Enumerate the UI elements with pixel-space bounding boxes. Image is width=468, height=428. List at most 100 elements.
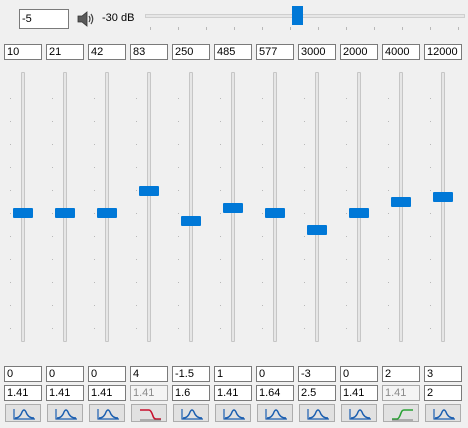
grid-tick bbox=[10, 167, 11, 168]
grid-tick bbox=[136, 213, 137, 214]
grid-tick bbox=[262, 190, 263, 191]
band-q-input[interactable]: 1.41 bbox=[340, 385, 378, 401]
band-frequency-input[interactable]: 12000 bbox=[424, 44, 462, 60]
band-frequency-input[interactable]: 4000 bbox=[382, 44, 420, 60]
band-frequency-input[interactable]: 83 bbox=[130, 44, 168, 60]
grid-tick bbox=[430, 259, 431, 260]
band-frequency-input[interactable]: 10 bbox=[4, 44, 42, 60]
grid-tick bbox=[262, 121, 263, 122]
band-slider-track[interactable] bbox=[105, 72, 109, 342]
grid-tick bbox=[220, 259, 221, 260]
grid-tick bbox=[220, 328, 221, 329]
band-gain-input[interactable]: 0 bbox=[46, 366, 84, 382]
band-slider-thumb[interactable] bbox=[13, 208, 33, 218]
band-gain-input[interactable]: 0 bbox=[88, 366, 126, 382]
grid-tick bbox=[346, 328, 347, 329]
band-slider-track[interactable] bbox=[147, 72, 151, 342]
band-gain-input[interactable]: -3 bbox=[298, 366, 336, 382]
band-frequency-input[interactable]: 577 bbox=[256, 44, 294, 60]
grid-tick bbox=[262, 98, 263, 99]
band-slider-track[interactable] bbox=[441, 72, 445, 342]
grid-tick bbox=[304, 305, 305, 306]
band-filter-type-button[interactable] bbox=[425, 404, 461, 422]
band-slider-track[interactable] bbox=[21, 72, 25, 342]
grid-tick bbox=[10, 282, 11, 283]
band-q-input[interactable]: 1.41 bbox=[46, 385, 84, 401]
grid-tick bbox=[430, 167, 431, 168]
band-q-input[interactable]: 1.6 bbox=[172, 385, 210, 401]
band-frequency-input[interactable]: 3000 bbox=[298, 44, 336, 60]
band-q-input[interactable]: 2.5 bbox=[298, 385, 336, 401]
band-filter-type-button[interactable] bbox=[341, 404, 377, 422]
grid-tick bbox=[304, 282, 305, 283]
grid-tick bbox=[178, 213, 179, 214]
band-gain-input[interactable]: -1.5 bbox=[172, 366, 210, 382]
grid-tick bbox=[346, 144, 347, 145]
band-gain-input[interactable]: 2 bbox=[382, 366, 420, 382]
band-filter-type-button[interactable] bbox=[173, 404, 209, 422]
band-slider-track[interactable] bbox=[63, 72, 67, 342]
band-filter-type-button[interactable] bbox=[47, 404, 83, 422]
band-slider-thumb[interactable] bbox=[181, 216, 201, 227]
band-slider-thumb[interactable] bbox=[55, 208, 75, 218]
band-filter-type-button[interactable] bbox=[383, 404, 419, 422]
grid-tick bbox=[10, 259, 11, 260]
grid-tick bbox=[262, 167, 263, 168]
band-slider-thumb[interactable] bbox=[433, 191, 453, 202]
band-q-input[interactable]: 1.64 bbox=[256, 385, 294, 401]
grid-tick bbox=[10, 190, 11, 191]
band-slider-thumb[interactable] bbox=[97, 208, 117, 218]
band-filter-type-button[interactable] bbox=[131, 404, 167, 422]
band-frequency-input[interactable]: 250 bbox=[172, 44, 210, 60]
band-gain-input[interactable]: 3 bbox=[424, 366, 462, 382]
band-frequency-input[interactable]: 485 bbox=[214, 44, 252, 60]
band-filter-type-button[interactable] bbox=[299, 404, 335, 422]
grid-tick bbox=[346, 98, 347, 99]
grid-tick bbox=[10, 305, 11, 306]
band-slider-thumb[interactable] bbox=[391, 197, 411, 207]
grid-tick bbox=[52, 167, 53, 168]
band-slider-thumb[interactable] bbox=[265, 208, 285, 218]
grid-tick bbox=[430, 305, 431, 306]
grid-tick bbox=[94, 190, 95, 191]
grid-tick bbox=[178, 144, 179, 145]
band-slider-thumb[interactable] bbox=[349, 208, 369, 218]
band-slider-track[interactable] bbox=[189, 72, 193, 342]
grid-tick bbox=[430, 282, 431, 283]
band-slider-track[interactable] bbox=[357, 72, 361, 342]
band-frequency-input[interactable]: 42 bbox=[88, 44, 126, 60]
grid-tick bbox=[52, 282, 53, 283]
band-slider-thumb[interactable] bbox=[307, 224, 327, 235]
band-frequency-input[interactable]: 21 bbox=[46, 44, 84, 60]
band-filter-type-button[interactable] bbox=[215, 404, 251, 422]
band-gain-input[interactable]: 4 bbox=[130, 366, 168, 382]
band-gain-input[interactable]: 1 bbox=[214, 366, 252, 382]
band-q-input[interactable]: 1.41 bbox=[88, 385, 126, 401]
band-q-input[interactable]: 1.41 bbox=[4, 385, 42, 401]
band-gain-input[interactable]: 0 bbox=[4, 366, 42, 382]
grid-tick bbox=[10, 236, 11, 237]
band-q-input[interactable]: 2 bbox=[424, 385, 462, 401]
band-filter-type-button[interactable] bbox=[5, 404, 41, 422]
grid-tick bbox=[430, 236, 431, 237]
grid-tick bbox=[346, 213, 347, 214]
grid-tick bbox=[94, 213, 95, 214]
band-q-input[interactable]: 1.41 bbox=[214, 385, 252, 401]
band-filter-type-button[interactable] bbox=[257, 404, 293, 422]
grid-tick bbox=[388, 144, 389, 145]
band-gain-input[interactable]: 0 bbox=[256, 366, 294, 382]
grid-tick bbox=[94, 144, 95, 145]
grid-tick bbox=[304, 259, 305, 260]
band-slider-track[interactable] bbox=[273, 72, 277, 342]
band-slider-track[interactable] bbox=[399, 72, 403, 342]
band-slider-thumb[interactable] bbox=[139, 186, 159, 196]
grid-tick bbox=[304, 190, 305, 191]
grid-tick bbox=[52, 236, 53, 237]
band-filter-type-button[interactable] bbox=[89, 404, 125, 422]
band-frequency-input[interactable]: 2000 bbox=[340, 44, 378, 60]
band-slider-track[interactable] bbox=[315, 72, 319, 342]
grid-tick bbox=[262, 144, 263, 145]
band-gain-input[interactable]: 0 bbox=[340, 366, 378, 382]
band-slider-thumb[interactable] bbox=[223, 202, 243, 213]
grid-tick bbox=[52, 190, 53, 191]
